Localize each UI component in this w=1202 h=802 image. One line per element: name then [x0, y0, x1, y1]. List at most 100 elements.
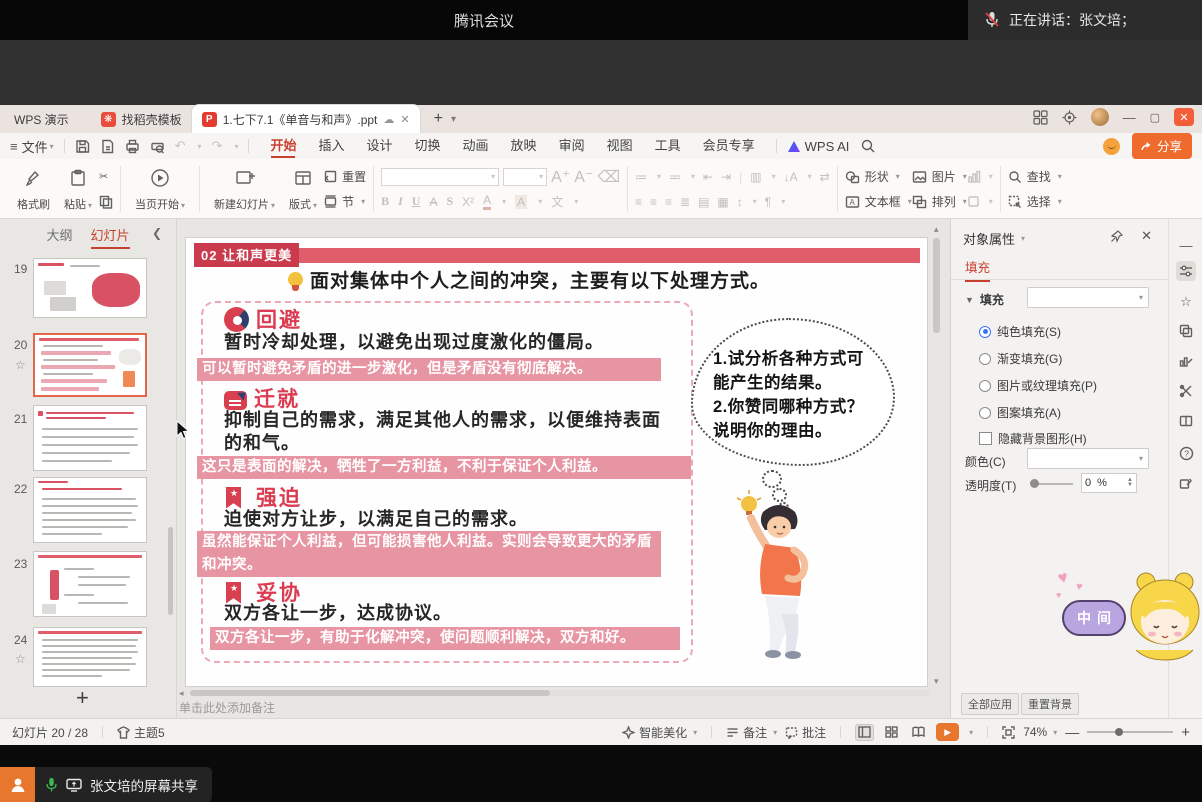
solid-fill-radio[interactable]: 纯色填充(S)	[979, 323, 1061, 340]
distribute-button[interactable]: ▤	[698, 195, 709, 209]
section-button[interactable]: 节▾	[324, 191, 366, 213]
zoom-slider-track[interactable]	[1087, 731, 1173, 733]
clear-format-icon[interactable]: ⌫	[597, 167, 620, 187]
reading-pane-icon[interactable]	[1176, 411, 1196, 431]
numbering-button[interactable]: ≕	[669, 170, 681, 184]
slide-canvas[interactable]: 02 让和声更美 面对集体中个人之间的冲突，主要有以下处理方式。 回避 暂时冷却…	[185, 237, 928, 687]
export-icon[interactable]	[100, 139, 115, 154]
transparency-slider-handle[interactable]	[1030, 479, 1039, 488]
menu-slideshow[interactable]: 放映	[500, 133, 548, 159]
zoom-slider-handle[interactable]	[1115, 728, 1123, 736]
underline-button[interactable]: U	[412, 194, 421, 209]
decrease-font-icon[interactable]: A⁻	[574, 167, 593, 187]
slide-24-thumbnail[interactable]	[33, 627, 147, 687]
cut-button[interactable]: ✂	[99, 166, 113, 188]
slide-21-thumbnail[interactable]	[33, 405, 147, 471]
menu-tools[interactable]: 工具	[644, 133, 692, 159]
strikethrough-button[interactable]: A	[429, 195, 437, 209]
menu-view[interactable]: 视图	[596, 133, 644, 159]
font-family-combo[interactable]: ▾	[381, 168, 499, 186]
superscript-button[interactable]: X²	[462, 195, 474, 209]
play-from-current-button[interactable]: 当页开始▾	[128, 164, 192, 214]
pattern-fill-radio[interactable]: 图案填充(A)	[979, 404, 1061, 421]
spinner-arrows-icon[interactable]: ▲▼	[1127, 478, 1133, 488]
fill-section-header[interactable]: ▼ 填充	[965, 291, 1004, 308]
wps-home-menu[interactable]: WPS 演示	[14, 111, 69, 128]
theme-button[interactable]: 主题5	[117, 724, 165, 741]
textbox-button[interactable]: A 文本框▾	[845, 191, 912, 213]
settings-gear-icon[interactable]	[1062, 110, 1077, 125]
object-properties-icon[interactable]	[1176, 261, 1196, 281]
add-slide-button[interactable]: +	[76, 685, 89, 711]
save-icon[interactable]	[75, 139, 90, 154]
scroll-down-icon[interactable]: ▾	[934, 676, 939, 687]
menu-animation[interactable]: 动画	[452, 133, 500, 159]
gradient-fill-radio[interactable]: 渐变填充(G)	[979, 350, 1062, 367]
transparency-slider-track[interactable]	[1033, 483, 1073, 485]
tab-docer-template[interactable]: ❋ 找稻壳模板	[91, 105, 192, 133]
zoom-level[interactable]: 74%▾	[1023, 725, 1057, 739]
paste-button[interactable]: 粘贴▾	[57, 164, 99, 214]
slide-23-thumbnail[interactable]	[33, 551, 147, 617]
search-icon[interactable]	[861, 139, 875, 153]
vertical-scrollbar[interactable]	[933, 238, 940, 333]
close-tab-icon[interactable]: ✕	[400, 113, 409, 126]
smart-beautify-button[interactable]: 智能美化▾	[622, 724, 697, 741]
close-panel-icon[interactable]: ✕	[1141, 228, 1152, 244]
help-icon[interactable]: ?	[1176, 443, 1196, 463]
transparency-value-input[interactable]: 0 % ▲▼	[1081, 473, 1137, 493]
fit-slide-button[interactable]	[1002, 726, 1015, 739]
menu-member[interactable]: 会员专享	[692, 133, 766, 159]
columns-button[interactable]: ▥	[750, 170, 761, 184]
print-icon[interactable]	[125, 139, 140, 154]
shadow-button[interactable]: S	[446, 194, 453, 209]
notes-placeholder[interactable]: 单击此处添加备注	[179, 699, 275, 716]
outline-tab[interactable]: 大纲	[46, 225, 72, 244]
align-left-button[interactable]: ≡	[635, 195, 642, 209]
menu-transition[interactable]: 切换	[404, 133, 452, 159]
reading-view-button[interactable]	[909, 724, 928, 741]
custom-tools-icon[interactable]	[1176, 474, 1196, 494]
tab-document-active[interactable]: P 1.七下7.1《单音与和声》.ppt ☁ ✕	[192, 105, 420, 133]
line-spacing-button[interactable]: ↕	[737, 195, 743, 209]
align-center-button[interactable]: ≡	[650, 195, 657, 209]
new-tab-button[interactable]: +	[434, 110, 443, 128]
color-combo[interactable]: ▾	[1027, 448, 1149, 469]
picture-button[interactable]: 图片▾	[912, 166, 967, 188]
print-preview-icon[interactable]	[150, 139, 165, 154]
zoom-out-button[interactable]: —	[1065, 724, 1079, 740]
share-button[interactable]: 分享	[1132, 133, 1192, 159]
slide-sorter-view-button[interactable]	[882, 724, 901, 741]
panel-title[interactable]: 对象属性	[963, 229, 1015, 248]
slides-tab[interactable]: 幻灯片	[91, 225, 130, 244]
crop-tool-icon[interactable]	[1176, 381, 1196, 401]
minimize-button[interactable]: —	[1123, 110, 1136, 125]
workbench-icon[interactable]	[1033, 110, 1048, 125]
copy-button[interactable]	[99, 191, 113, 213]
align-right-button[interactable]: ≡	[665, 195, 672, 209]
favorites-star-icon[interactable]: ☆	[1176, 292, 1196, 312]
chart-edit-icon[interactable]	[1176, 351, 1196, 371]
slide-layout-button[interactable]: 版式▾	[282, 164, 324, 214]
reset-slide-button[interactable]: 重置	[324, 166, 366, 188]
comments-button[interactable]: 批注	[785, 724, 826, 741]
slide-22-thumbnail[interactable]	[33, 477, 147, 543]
assistant-icon[interactable]	[1103, 138, 1120, 155]
wps-ai-menu[interactable]: WPS AI	[805, 139, 850, 154]
paragraph-settings-button[interactable]: ¶	[765, 195, 771, 209]
file-menu[interactable]: 文件	[22, 137, 48, 156]
normal-view-button[interactable]	[855, 724, 874, 741]
hide-strip-icon[interactable]: —	[1176, 235, 1196, 255]
convert-button[interactable]: ⇄	[820, 170, 830, 184]
screen-share-indicator[interactable]: 张文培的屏幕共享	[0, 767, 212, 802]
shrink-text-button[interactable]: ▦	[717, 195, 728, 209]
bullets-button[interactable]: ≔	[635, 170, 647, 184]
shapes-button[interactable]: 形状▾	[845, 166, 912, 188]
play-options-dropdown-icon[interactable]: ▾	[969, 728, 973, 737]
increase-font-icon[interactable]: A⁺	[551, 167, 570, 187]
format-painter-button[interactable]: 格式刷	[10, 164, 57, 214]
find-button[interactable]: 查找▾	[1008, 166, 1062, 188]
italic-button[interactable]: I	[398, 194, 403, 209]
notes-button[interactable]: 备注▾	[726, 724, 777, 741]
bold-button[interactable]: B	[381, 194, 389, 209]
